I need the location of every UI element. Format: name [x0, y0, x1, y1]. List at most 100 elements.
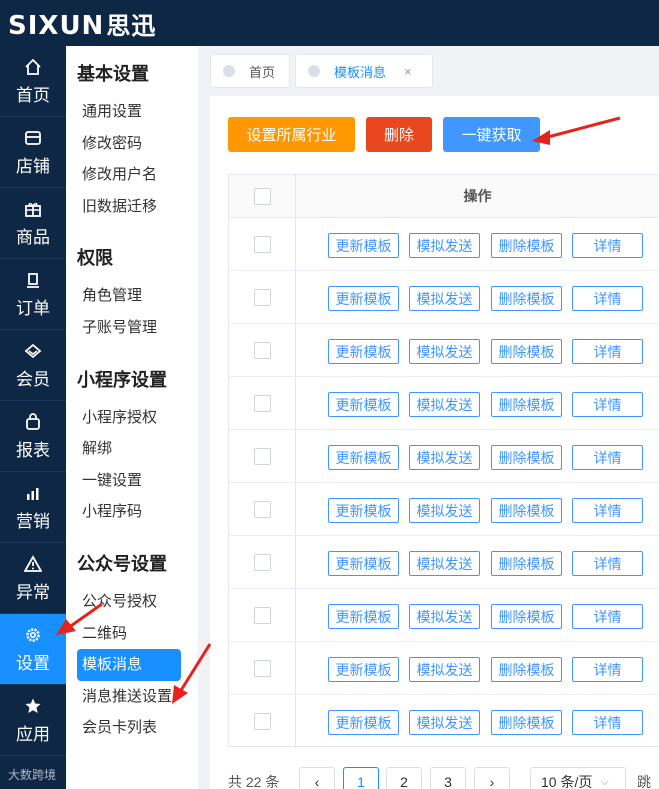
next-page-button[interactable]: › [474, 767, 510, 789]
nav-item-label: 店铺 [16, 156, 50, 176]
nav-item-store[interactable]: 店铺 [0, 117, 66, 188]
report-icon [23, 412, 43, 432]
update-template-button[interactable]: 更新模板 [328, 551, 399, 576]
prev-page-button[interactable]: ‹ [299, 767, 335, 789]
nav-item-gift[interactable]: 商品 [0, 188, 66, 259]
submenu-item[interactable]: 旧数据迁移 [77, 191, 181, 223]
details-button[interactable]: 详情 [572, 657, 643, 682]
tab-label: 首页 [249, 64, 276, 80]
row-checkbox[interactable] [253, 341, 271, 359]
submenu-item[interactable]: 小程序授权 [77, 402, 181, 434]
submenu-item[interactable]: 模板消息 [77, 649, 181, 681]
details-button[interactable]: 详情 [572, 339, 643, 364]
simulate-send-button[interactable]: 模拟发送 [409, 710, 480, 735]
fetch-all-button[interactable]: 一键获取 [443, 117, 540, 152]
delete-template-button[interactable]: 删除模板 [491, 551, 562, 576]
nav-item-order[interactable]: 订单 [0, 259, 66, 330]
select-all-cell [229, 175, 296, 217]
row-checkbox[interactable] [253, 500, 271, 518]
row-checkbox[interactable] [253, 713, 271, 730]
simulate-send-button[interactable]: 模拟发送 [409, 498, 480, 523]
row-checkbox[interactable] [253, 553, 271, 571]
delete-template-button[interactable]: 删除模板 [491, 392, 562, 417]
tab-template-message[interactable]: 模板消息 × [295, 54, 433, 88]
update-template-button[interactable]: 更新模板 [328, 445, 399, 470]
close-icon[interactable]: × [404, 64, 412, 79]
delete-template-button[interactable]: 删除模板 [491, 233, 562, 258]
submenu-item[interactable]: 会员卡列表 [77, 712, 181, 744]
simulate-send-button[interactable]: 模拟发送 [409, 445, 480, 470]
row-checkbox[interactable] [253, 659, 271, 677]
simulate-send-button[interactable]: 模拟发送 [409, 233, 480, 258]
page-3-button[interactable]: 3 [430, 767, 466, 789]
update-template-button[interactable]: 更新模板 [328, 604, 399, 629]
details-button[interactable]: 详情 [572, 551, 643, 576]
details-button[interactable]: 详情 [572, 710, 643, 735]
simulate-send-button[interactable]: 模拟发送 [409, 551, 480, 576]
nav-item-warning[interactable]: 异常 [0, 543, 66, 614]
submenu-item[interactable]: 一键设置 [77, 465, 181, 497]
update-template-button[interactable]: 更新模板 [328, 710, 399, 735]
delete-button[interactable]: 删除 [366, 117, 432, 152]
select-all-checkbox[interactable] [253, 187, 271, 205]
update-template-button[interactable]: 更新模板 [328, 286, 399, 311]
page-2-button[interactable]: 2 [386, 767, 422, 789]
delete-template-button[interactable]: 删除模板 [491, 710, 562, 735]
delete-template-button[interactable]: 删除模板 [491, 657, 562, 682]
details-button[interactable]: 详情 [572, 604, 643, 629]
content-panel: 设置所属行业 删除 一键获取 操作 更新模板 模拟发送 删除模板 详情 更新模板 模拟发送… [210, 96, 659, 789]
jump-label: 跳 [637, 774, 651, 789]
row-checkbox[interactable] [253, 394, 271, 412]
submenu-item[interactable]: 通用设置 [77, 96, 181, 128]
delete-template-button[interactable]: 删除模板 [491, 445, 562, 470]
delete-template-button[interactable]: 删除模板 [491, 604, 562, 629]
brand-logo[interactable]: SIXUN思迅 [8, 6, 156, 41]
submenu-item[interactable]: 公众号授权 [77, 586, 181, 618]
row-check-cell [229, 589, 296, 641]
page-size-select[interactable]: 10 条/页 ⌵ [530, 767, 626, 789]
row-check-cell [229, 218, 296, 270]
details-button[interactable]: 详情 [572, 445, 643, 470]
details-button[interactable]: 详情 [572, 286, 643, 311]
details-button[interactable]: 详情 [572, 392, 643, 417]
simulate-send-button[interactable]: 模拟发送 [409, 657, 480, 682]
submenu-item[interactable]: 角色管理 [77, 280, 181, 312]
nav-item-member[interactable]: 会员 [0, 330, 66, 401]
update-template-button[interactable]: 更新模板 [328, 498, 399, 523]
page-size-value: 10 条/页 [541, 774, 593, 789]
simulate-send-button[interactable]: 模拟发送 [409, 339, 480, 364]
details-button[interactable]: 详情 [572, 498, 643, 523]
nav-item-gear[interactable]: 设置 [0, 614, 66, 685]
page-1-button[interactable]: 1 [343, 767, 379, 789]
row-checkbox[interactable] [253, 235, 271, 253]
submenu-item[interactable]: 小程序码 [77, 496, 181, 528]
submenu-item[interactable]: 消息推送设置 [77, 681, 181, 713]
update-template-button[interactable]: 更新模板 [328, 657, 399, 682]
simulate-send-button[interactable]: 模拟发送 [409, 604, 480, 629]
nav-item-chart[interactable]: 营销 [0, 472, 66, 543]
row-checkbox[interactable] [253, 606, 271, 624]
simulate-send-button[interactable]: 模拟发送 [409, 286, 480, 311]
nav-item-home[interactable]: 首页 [0, 46, 66, 117]
update-template-button[interactable]: 更新模板 [328, 233, 399, 258]
update-template-button[interactable]: 更新模板 [328, 339, 399, 364]
submenu-item[interactable]: 修改密码 [77, 128, 181, 160]
row-check-cell [229, 430, 296, 482]
tab-home[interactable]: 首页 [210, 54, 290, 88]
tab-dot-icon [308, 65, 320, 77]
set-industry-button[interactable]: 设置所属行业 [228, 117, 355, 152]
row-checkbox[interactable] [253, 447, 271, 465]
details-button[interactable]: 详情 [572, 233, 643, 258]
delete-template-button[interactable]: 删除模板 [491, 498, 562, 523]
row-checkbox[interactable] [253, 288, 271, 306]
simulate-send-button[interactable]: 模拟发送 [409, 392, 480, 417]
submenu-item[interactable]: 修改用户名 [77, 159, 181, 191]
submenu-item[interactable]: 子账号管理 [77, 312, 181, 344]
update-template-button[interactable]: 更新模板 [328, 392, 399, 417]
nav-item-report[interactable]: 报表 [0, 401, 66, 472]
delete-template-button[interactable]: 删除模板 [491, 286, 562, 311]
submenu-item[interactable]: 解绑 [77, 433, 181, 465]
nav-item-star[interactable]: 应用 [0, 685, 66, 756]
submenu-item[interactable]: 二维码 [77, 618, 181, 650]
delete-template-button[interactable]: 删除模板 [491, 339, 562, 364]
